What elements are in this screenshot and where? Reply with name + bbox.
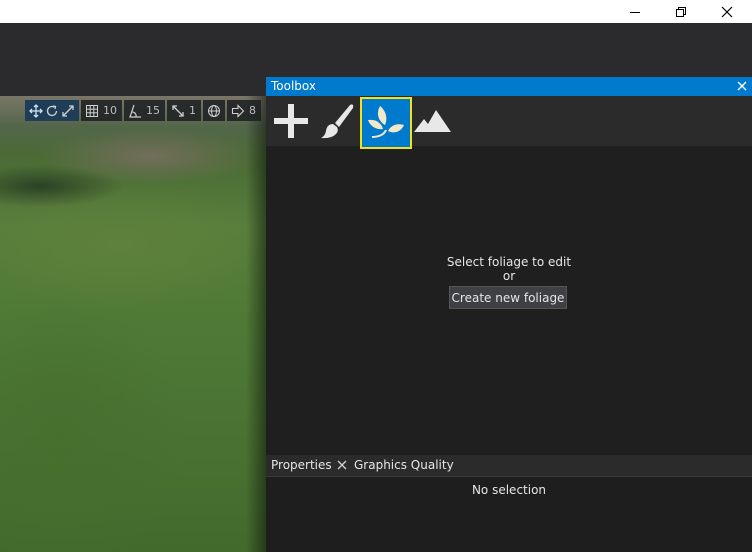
viewport-toolbar: 10 15 1 8 bbox=[25, 100, 263, 121]
close-icon bbox=[721, 6, 733, 17]
create-new-foliage-button[interactable]: Create new foliage bbox=[449, 286, 567, 309]
toolbox-panel: Toolbox Select foliage to edit or Create… bbox=[266, 77, 752, 452]
scale-snap-value: 1 bbox=[189, 104, 196, 117]
close-window-button[interactable] bbox=[704, 0, 750, 23]
camera-speed-value: 8 bbox=[249, 104, 256, 117]
mountain-icon bbox=[414, 110, 451, 132]
angle-icon bbox=[128, 104, 142, 118]
transform-gizmo-group bbox=[25, 100, 79, 121]
toolbox-tool-tabs bbox=[266, 96, 752, 149]
divider bbox=[266, 476, 752, 477]
scene-viewport[interactable] bbox=[0, 96, 266, 552]
properties-tab-strip: Properties Graphics Quality bbox=[266, 455, 752, 476]
rotate-icon[interactable] bbox=[45, 104, 59, 118]
move-icon[interactable] bbox=[29, 103, 43, 118]
arrow-right-icon bbox=[231, 103, 245, 118]
no-selection-label: No selection bbox=[471, 483, 547, 497]
foliage-empty-or: or bbox=[502, 269, 516, 283]
tool-add-button[interactable] bbox=[268, 98, 314, 144]
angle-snap-value: 15 bbox=[146, 104, 160, 117]
scale-snap-group[interactable]: 1 bbox=[167, 100, 201, 121]
scale-snap-icon bbox=[171, 104, 185, 118]
properties-panel: Properties Graphics Quality No selection bbox=[266, 452, 752, 552]
tool-paint-button[interactable] bbox=[314, 98, 360, 144]
tool-foliage-button[interactable] bbox=[360, 97, 412, 149]
angle-snap-group[interactable]: 15 bbox=[124, 100, 165, 121]
window-title-bar bbox=[0, 0, 752, 23]
toolbox-header: Toolbox bbox=[266, 77, 752, 96]
view-options-group[interactable] bbox=[203, 100, 225, 121]
camera-speed-group[interactable]: 8 bbox=[227, 100, 261, 121]
grid-icon bbox=[85, 104, 99, 118]
tab-graphics-quality[interactable]: Graphics Quality bbox=[354, 458, 454, 472]
minimize-button[interactable] bbox=[612, 0, 658, 23]
leaves-icon bbox=[368, 106, 404, 138]
close-icon[interactable] bbox=[736, 80, 748, 92]
scale-icon[interactable] bbox=[61, 104, 75, 118]
restore-button[interactable] bbox=[658, 0, 704, 23]
tab-properties[interactable]: Properties bbox=[271, 458, 332, 472]
plus-icon bbox=[274, 104, 308, 138]
grid-snap-group[interactable]: 10 bbox=[81, 100, 122, 121]
close-icon[interactable] bbox=[336, 459, 348, 471]
grid-snap-value: 10 bbox=[103, 104, 117, 117]
tool-terrain-button[interactable] bbox=[410, 98, 456, 144]
brush-icon bbox=[321, 104, 354, 139]
restore-icon bbox=[676, 6, 686, 17]
minimize-icon bbox=[630, 11, 640, 13]
toolbox-title: Toolbox bbox=[271, 79, 316, 93]
globe-icon bbox=[207, 104, 221, 118]
foliage-empty-message: Select foliage to edit bbox=[446, 255, 572, 269]
